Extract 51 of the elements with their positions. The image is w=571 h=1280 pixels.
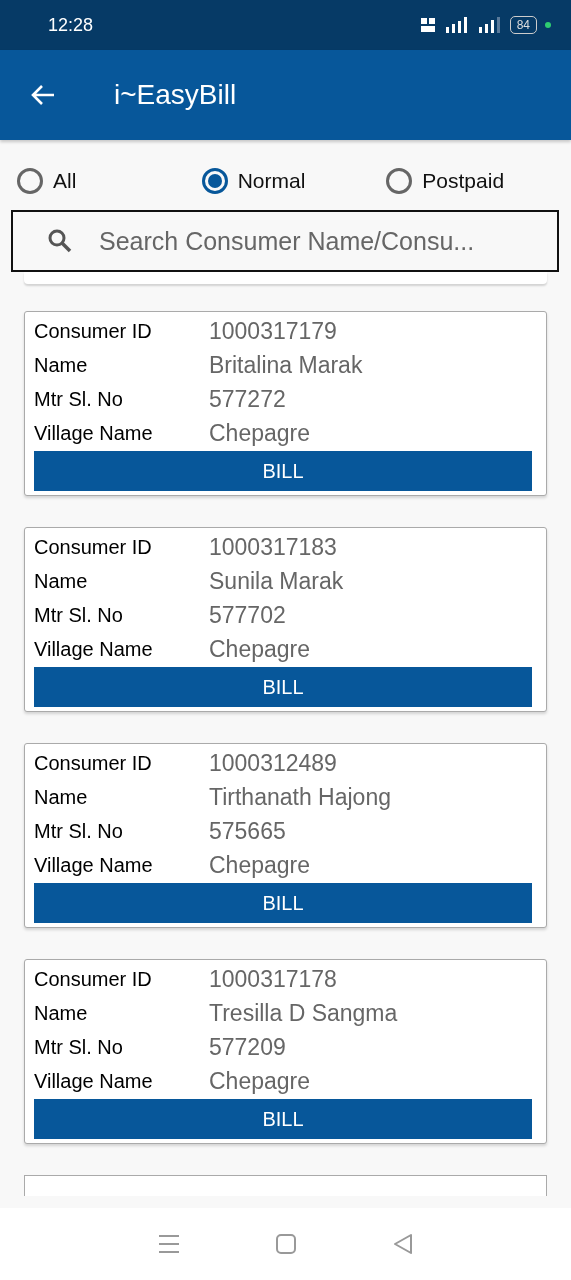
field-label: Village Name [34, 637, 154, 661]
field-label: Consumer ID [34, 319, 153, 343]
status-dot-icon [545, 22, 551, 28]
filter-radio[interactable]: All [17, 164, 202, 198]
bill-button[interactable]: BILL [34, 451, 532, 491]
field-value: Chepagre [209, 635, 311, 663]
field-label: Mtr Sl. No [34, 387, 124, 411]
field-label: Name [34, 1001, 89, 1025]
field-label: Consumer ID [34, 751, 153, 775]
field-label: Mtr Sl. No [34, 819, 124, 843]
back-icon[interactable] [392, 1233, 413, 1255]
home-icon[interactable] [276, 1234, 297, 1254]
bill-button[interactable]: BILL [34, 1099, 532, 1139]
field-value: 575665 [209, 817, 286, 845]
field-label: Mtr Sl. No [34, 1035, 124, 1059]
field-value: 577209 [209, 1033, 286, 1061]
field-label: Name [34, 569, 89, 593]
field-value: Chepagre [209, 419, 311, 447]
field-value: 1000317179 [209, 317, 337, 345]
search-field[interactable]: Search Consumer Name/Consu... [11, 210, 559, 272]
field-value: Chepagre [209, 1067, 311, 1095]
field-label: Village Name [34, 421, 154, 445]
field-value: 1000317178 [209, 965, 337, 993]
filter-radio[interactable]: Postpaid [386, 164, 571, 198]
field-value: 1000317183 [209, 533, 337, 561]
menu-icon[interactable] [158, 1234, 181, 1254]
field-value: Tirthanath Hajong [209, 783, 391, 811]
field-value: 577702 [209, 601, 286, 629]
signal-icon [443, 16, 470, 34]
field-label: Consumer ID [34, 967, 153, 991]
field-value: Sunila Marak [209, 567, 344, 595]
bill-button[interactable]: BILL [34, 667, 532, 707]
field-value: 1000312489 [209, 749, 337, 777]
field-value: 577272 [209, 385, 286, 413]
field-label: Name [34, 353, 89, 377]
app-title: i~EasyBill [114, 79, 237, 111]
bill-button[interactable]: BILL [34, 883, 532, 923]
field-label: Mtr Sl. No [34, 603, 124, 627]
field-value: Tresilla D Sangma [209, 999, 398, 1027]
battery-indicator: 84 [509, 16, 537, 34]
clock-time: 12:28 [48, 14, 94, 36]
field-label: Village Name [34, 853, 154, 877]
field-label: Consumer ID [34, 535, 153, 559]
field-label: Name [34, 785, 89, 809]
search-icon [47, 228, 73, 254]
back-button[interactable] [30, 84, 56, 106]
field-label: Village Name [34, 1069, 154, 1093]
signal-icon [477, 16, 502, 34]
filter-radio[interactable]: Normal [201, 164, 387, 198]
field-value: Britalina Marak [209, 351, 363, 379]
field-value: Chepagre [209, 851, 311, 879]
